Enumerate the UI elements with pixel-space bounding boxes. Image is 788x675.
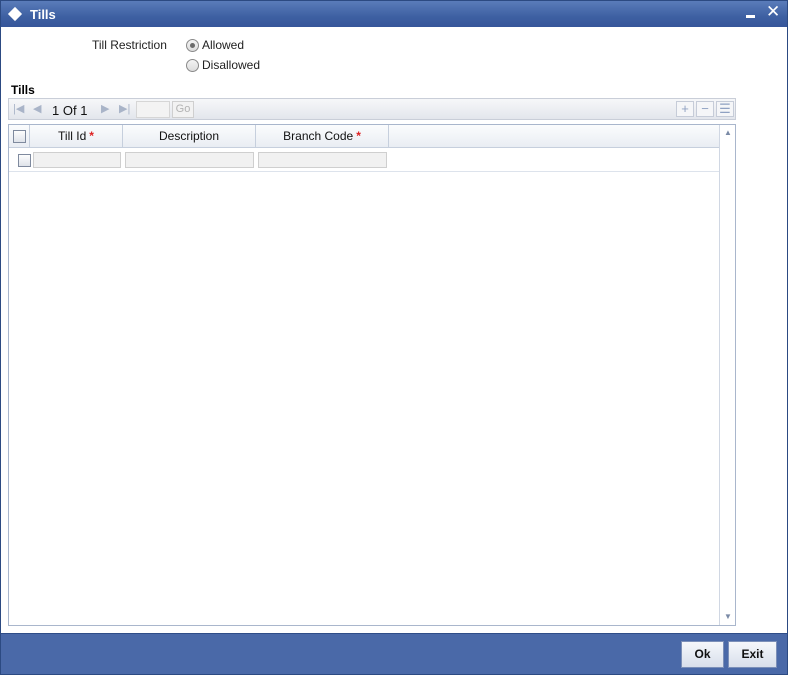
add-row-icon: +	[681, 101, 689, 116]
ok-button[interactable]: Ok	[681, 641, 724, 668]
allowed-radio-option[interactable]: Allowed	[186, 38, 244, 52]
title-bar: Tills ✕	[1, 1, 787, 27]
add-row-button[interactable]: +	[676, 101, 694, 117]
delete-row-icon: −	[701, 101, 709, 116]
view-single-record-button[interactable]: ☰	[716, 101, 734, 117]
allowed-radio[interactable]	[186, 38, 199, 52]
footer-bar: Ok Exit	[1, 633, 787, 674]
window-title: Tills	[30, 7, 56, 22]
scroll-up-icon[interactable]: ▲	[724, 128, 732, 137]
disallowed-radio-option[interactable]: Disallowed	[186, 58, 260, 72]
vertical-scrollbar[interactable]: ▲ ▼	[719, 125, 735, 625]
till-restriction-label: Till Restriction	[92, 38, 167, 52]
allowed-radio-label: Allowed	[202, 38, 245, 52]
required-marker: *	[89, 129, 94, 143]
disallowed-radio[interactable]	[186, 58, 199, 72]
till-id-input[interactable]	[33, 152, 121, 168]
select-all-checkbox[interactable]	[13, 130, 26, 143]
branch-code-input[interactable]	[258, 152, 387, 168]
prev-page-icon[interactable]: ◀	[33, 102, 41, 115]
select-all-cell	[9, 125, 30, 148]
app-diamond-icon	[7, 6, 23, 22]
column-label-description: Description	[158, 129, 220, 143]
tills-section-title: Tills	[11, 83, 35, 97]
table-row	[9, 149, 719, 172]
column-header-till-id[interactable]: Till Id *	[30, 125, 123, 148]
scroll-down-icon[interactable]: ▼	[724, 612, 732, 621]
column-header-branch-code[interactable]: Branch Code *	[256, 125, 389, 148]
go-button[interactable]: Go	[172, 101, 194, 118]
first-page-icon[interactable]: |◀	[13, 102, 24, 115]
tills-grid: Till Id * Description Branch Code * ▲ ▼	[8, 124, 736, 626]
current-page: 1	[52, 103, 60, 118]
column-label-branch-code: Branch Code	[283, 129, 354, 143]
required-marker: *	[356, 129, 361, 143]
exit-button[interactable]: Exit	[728, 641, 777, 668]
next-page-icon[interactable]: ▶	[101, 102, 109, 115]
view-single-record-icon: ☰	[719, 101, 731, 116]
page-of-label: Of	[62, 103, 77, 118]
grid-header: Till Id * Description Branch Code *	[9, 125, 719, 148]
minimize-icon[interactable]	[746, 15, 755, 18]
description-input[interactable]	[125, 152, 254, 168]
disallowed-radio-label: Disallowed	[202, 58, 261, 72]
column-label-till-id: Till Id	[58, 129, 87, 143]
page-number-input[interactable]	[136, 101, 170, 118]
total-pages: 1	[80, 103, 88, 118]
last-page-icon[interactable]: ▶|	[119, 102, 130, 115]
column-header-description[interactable]: Description	[123, 125, 256, 148]
page-indicator: 1 Of 1	[52, 103, 87, 118]
grid-toolbar: |◀ ◀ 1 Of 1 ▶ ▶| Go + − ☰	[8, 98, 736, 120]
close-icon[interactable]: ✕	[766, 3, 780, 21]
row-select-checkbox[interactable]	[18, 154, 31, 167]
delete-row-button[interactable]: −	[696, 101, 714, 117]
tills-window: Tills ✕ Till Restriction Allowed Disallo…	[0, 0, 788, 675]
